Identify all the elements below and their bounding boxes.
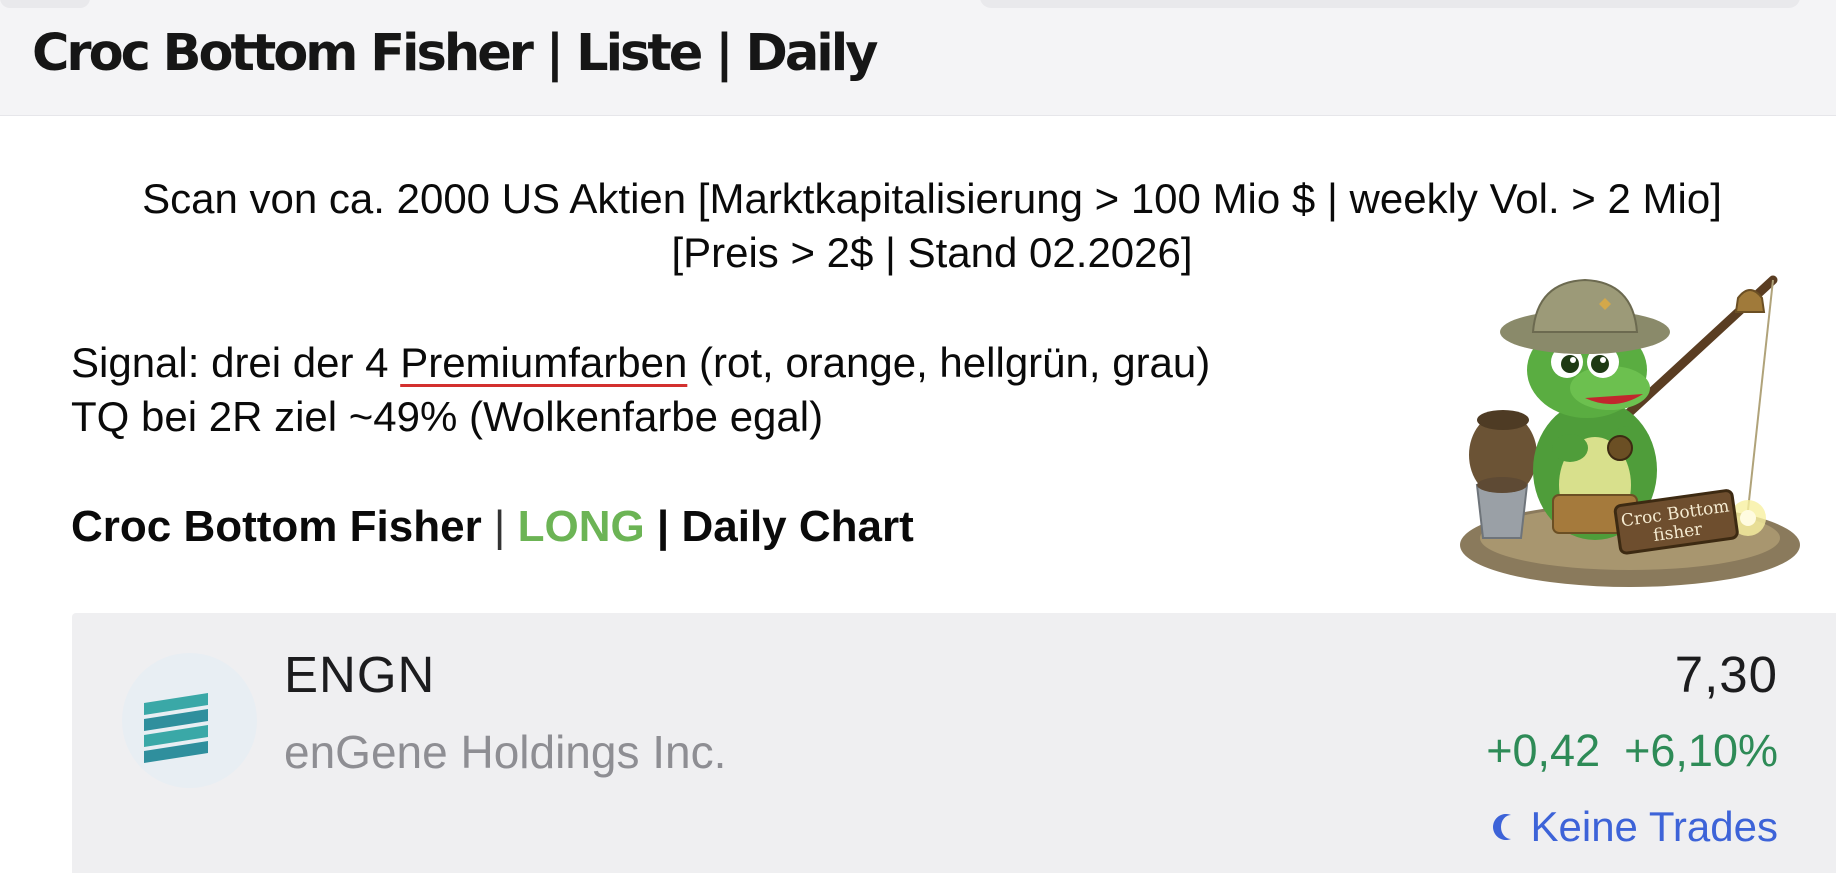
change-absolute: +0,42: [1486, 725, 1601, 776]
strategy-separator: |: [644, 502, 682, 551]
header-bar: Croc Bottom Fisher | Liste | Daily: [0, 0, 1836, 116]
signal-prefix: Signal: drei der 4: [71, 339, 401, 386]
chart-label: Daily Chart: [681, 502, 914, 551]
change-percent: +6,10%: [1624, 725, 1778, 776]
strategy-separator: |: [481, 502, 518, 551]
croc-fisher-mascot-image: Croc Bottom fisher: [1460, 275, 1800, 587]
signal-block: Signal: drei der 4 Premiumfarben (rot, o…: [71, 336, 1210, 444]
strategy-name: Croc Bottom Fisher: [71, 502, 482, 551]
signal-line: Signal: drei der 4 Premiumfarben (rot, o…: [71, 336, 1210, 390]
premiumfarben-term: Premiumfarben: [400, 339, 688, 386]
header-blur: [0, 0, 90, 8]
scan-description: Scan von ca. 2000 US Aktien [Marktkapita…: [50, 172, 1814, 280]
company-name: enGene Holdings Inc.: [284, 726, 727, 778]
signal-suffix: (rot, orange, hellgrün, grau): [687, 339, 1211, 386]
trades-label: Keine Trades: [1530, 803, 1779, 850]
scan-line-1: Scan von ca. 2000 US Aktien [Marktkapita…: [142, 175, 1722, 222]
page-title: Croc Bottom Fisher | Liste | Daily: [32, 24, 878, 83]
moon-icon: [1492, 813, 1511, 840]
engene-logo: [122, 653, 257, 788]
stock-row[interactable]: ENGN enGene Holdings Inc. 7,30 +0,42 +6,1…: [72, 613, 1836, 873]
price-change: +0,42 +6,10%: [1486, 725, 1778, 777]
direction-label: LONG: [517, 502, 645, 551]
header-blur: [980, 0, 1800, 8]
stock-price: 7,30: [1674, 646, 1778, 703]
strategy-heading: Croc Bottom Fisher | LONG | Daily Chart: [71, 500, 914, 554]
engene-stacked-bars-icon: [144, 693, 208, 763]
tq-line: TQ bei 2R ziel ~49% (Wolkenfarbe egal): [71, 393, 824, 440]
trades-status[interactable]: Keine Trades: [1491, 803, 1779, 851]
ticker-symbol: ENGN: [284, 646, 436, 703]
